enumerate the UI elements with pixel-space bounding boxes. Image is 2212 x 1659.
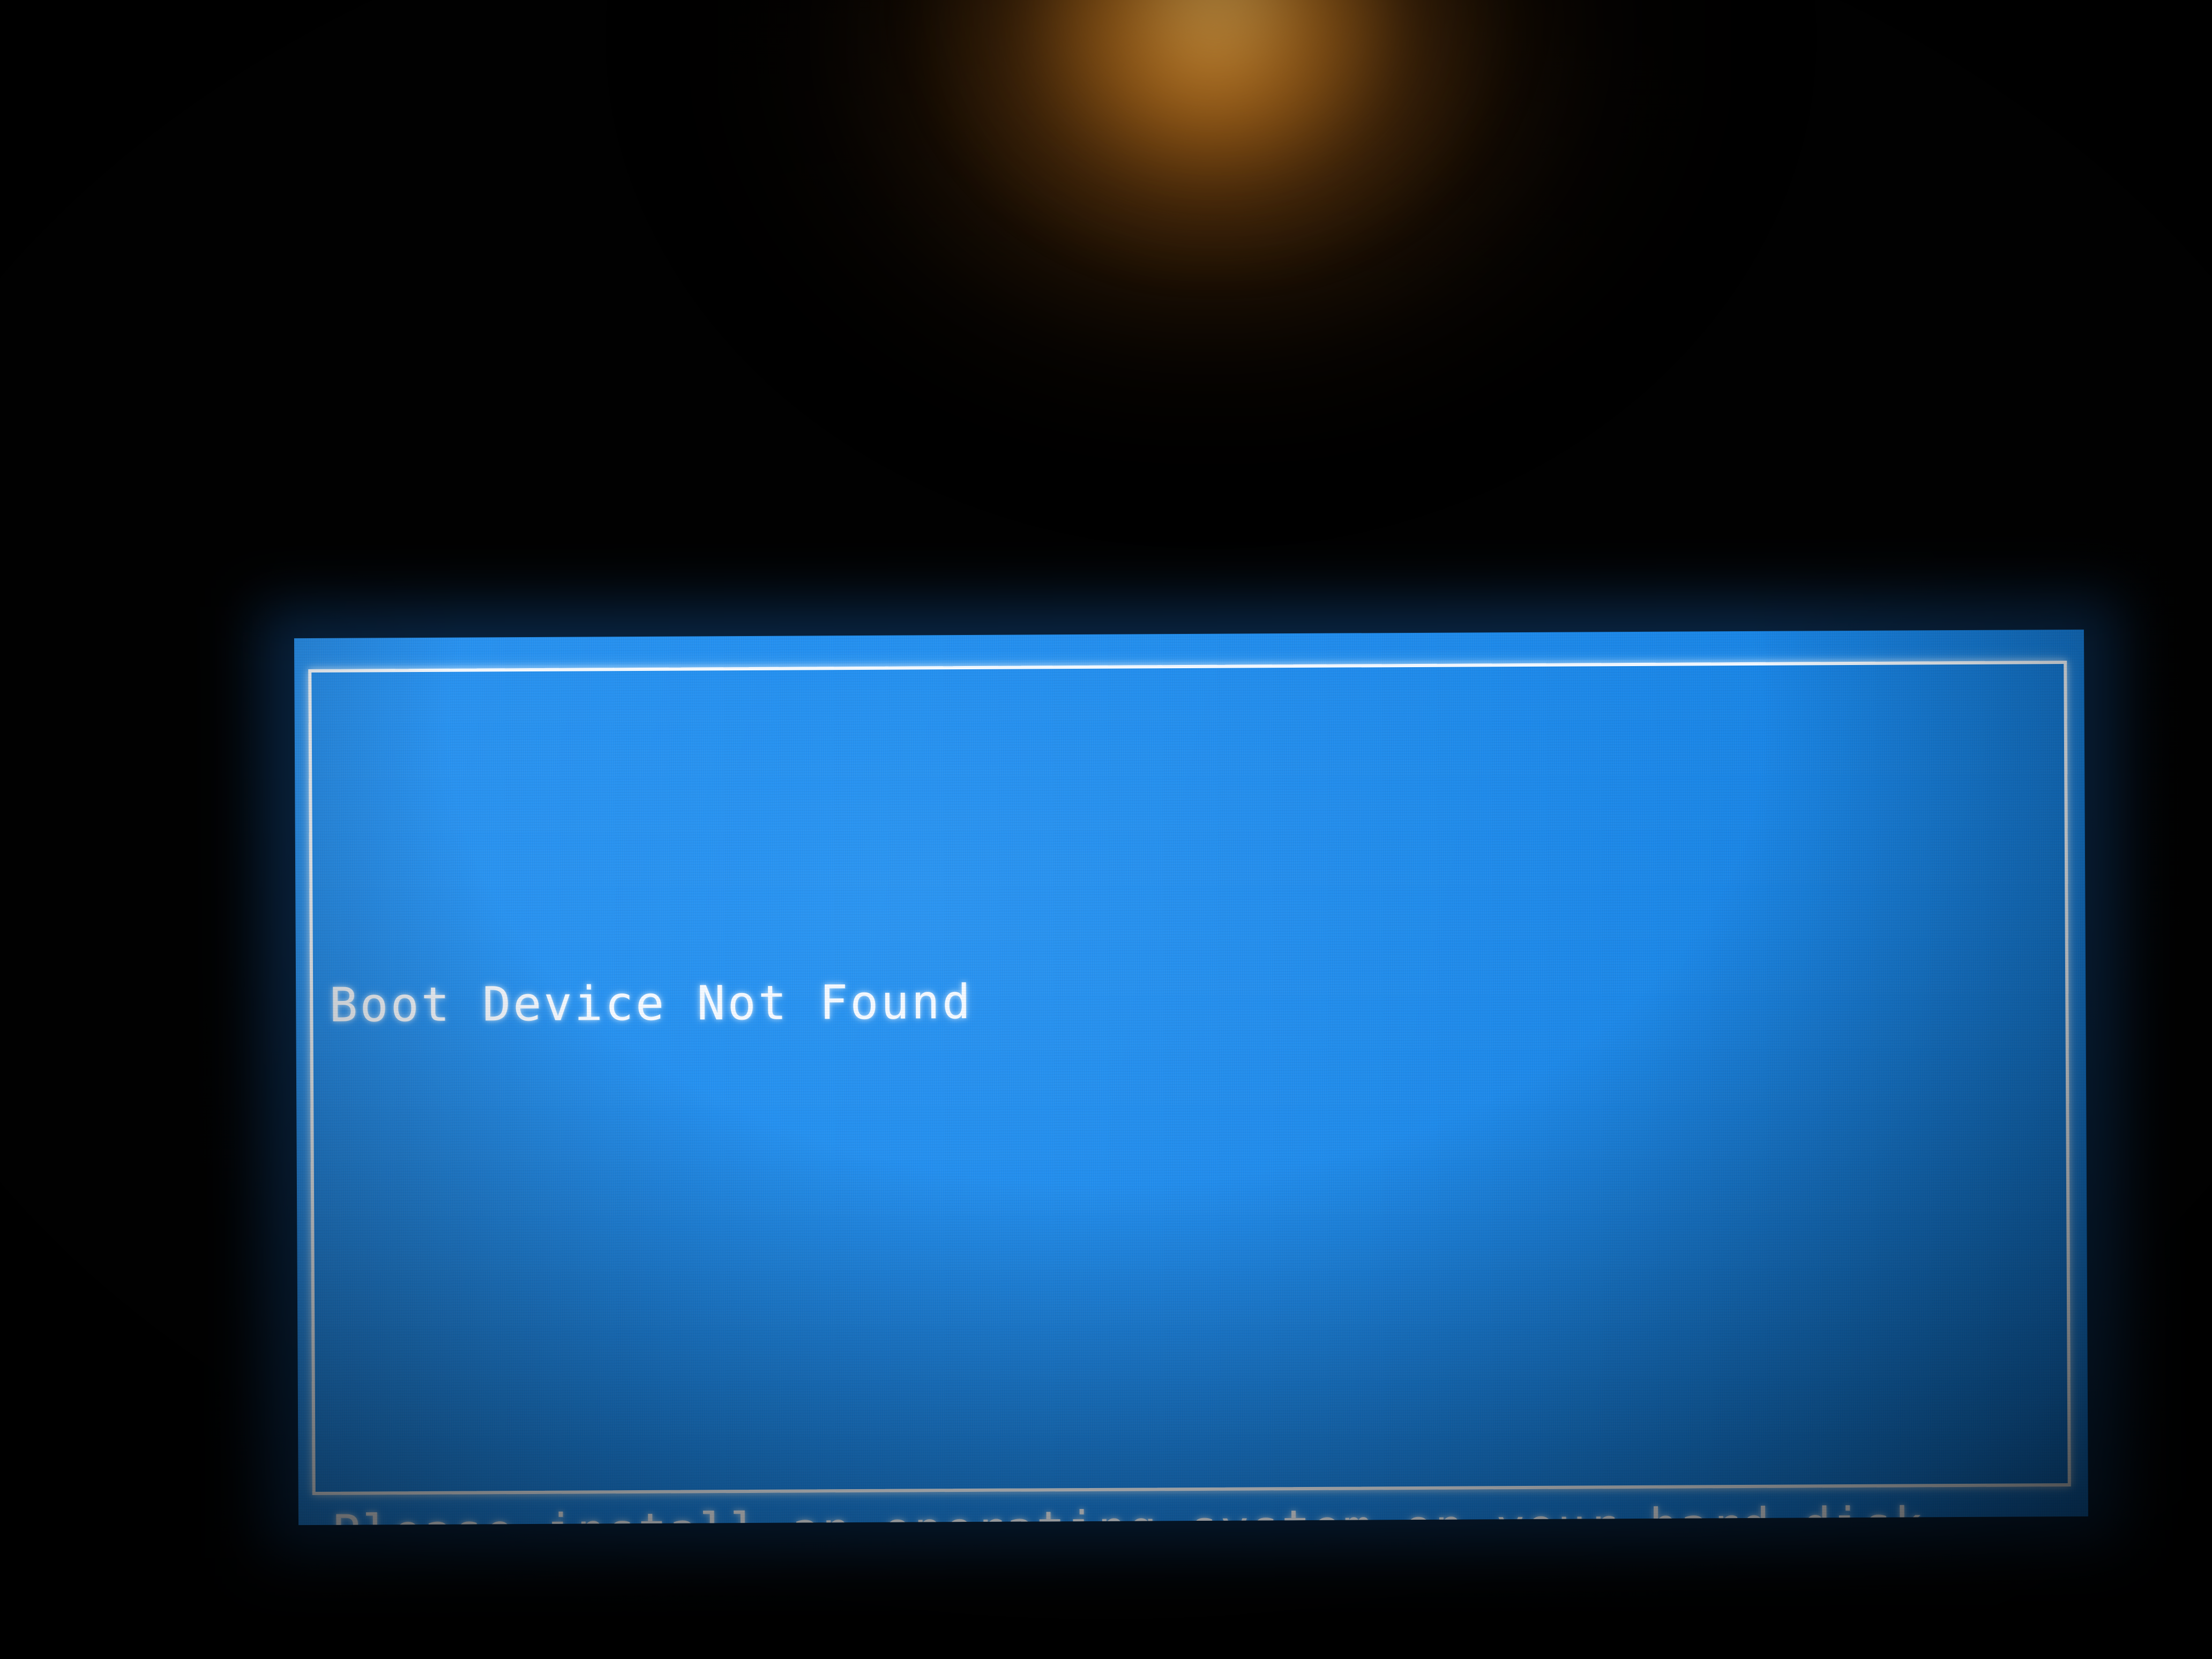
spacer-1: [330, 1216, 2082, 1313]
lamp-glow-core-icon: [911, 0, 1527, 263]
lamp-glow-icon: [606, 0, 1817, 547]
laptop-screen: Boot Device Not Found Please install an …: [256, 597, 2126, 1558]
bios-message-block: Boot Device Not Found Please install an …: [328, 777, 2088, 1525]
bios-title: Boot Device Not Found: [329, 974, 973, 1033]
bios-error-screen: Boot Device Not Found Please install an …: [294, 629, 2089, 1526]
